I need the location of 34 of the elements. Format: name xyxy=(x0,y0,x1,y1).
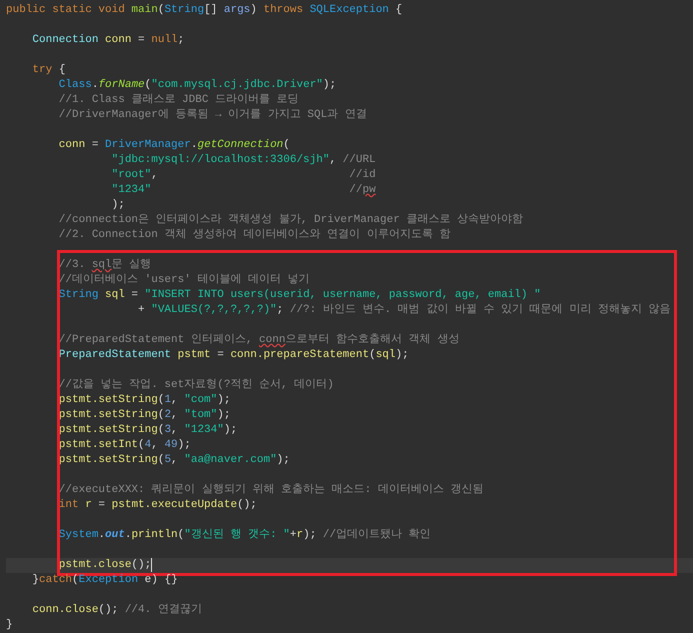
code-line: conn = DriverManager.getConnection( xyxy=(58,138,290,153)
code-line: //connection은 인터페이스라 객체생성 불가, DriverManager 클래스로 상속받아야함 xyxy=(58,213,524,228)
code-line: int r = pstmt.executeUpdate(); xyxy=(58,498,257,513)
code-line: pstmt.setString(3, "1234"); xyxy=(58,423,238,438)
code-line: //데이터베이스 'users' 테이블에 데이터 넣기 xyxy=(58,273,310,288)
code-line: "jdbc:mysql://localhost:3306/sjh", //URL xyxy=(110,153,376,168)
code-line: pstmt.setInt(4, 49); xyxy=(58,438,191,453)
code-line: //executeXXX: 쿼리문이 실행되기 위해 호출하는 매소드: 데이터베이스 갱신됨 xyxy=(58,483,484,498)
code-line: //DriverManager에 등록됨 → 이거를 가지고 SQL과 연결 xyxy=(58,108,367,123)
code-line: //2. Connection 객체 생성하여 데이터베이스와 연결이 이루어지도록 함 xyxy=(58,228,450,243)
code-line: //PreparedStatement 인터페이스, conn으로부터 함수호출해서 객체 생성 xyxy=(58,333,460,348)
code-line: PreparedStatement pstmt = conn.prepareStatement(sql); xyxy=(58,348,409,363)
code-line: pstmt.setString(5, "aa@naver.com"); xyxy=(58,453,290,468)
code-line: pstmt.close(); xyxy=(58,558,152,573)
code-line: System.out.println("갱신된 행 갯수: "+r); //업데이트됐나 확인 xyxy=(58,528,431,543)
code-line: } xyxy=(6,618,13,633)
code-line: pstmt.setString(2, "tom"); xyxy=(58,408,230,423)
code-line: ); xyxy=(110,198,125,213)
code-line: //값을 넣는 작업. set자료형(?적힌 순서, 데이터) xyxy=(58,378,334,393)
code-line: Class.forName("com.mysql.cj.jdbc.Driver"); xyxy=(58,78,336,93)
text-cursor xyxy=(151,558,152,572)
code-line: + "VALUES(?,?,?,?,?)"; //?: 바인드 변수. 매범 값이 바뀔 수 있기 때문에 미리 정해놓지 않음 xyxy=(137,303,670,318)
code-line: //1. Class 클래스로 JDBC 드라이버를 로딩 xyxy=(58,93,299,108)
code-line: conn.close(); //4. 연결끊기 xyxy=(31,603,202,618)
code-line: //3. sql문 실행 xyxy=(58,258,152,273)
code-line: pstmt.setString(1, "com"); xyxy=(58,393,230,408)
code-line: "root", //id xyxy=(110,168,376,183)
code-line: "1234" //pw xyxy=(110,183,376,198)
code-line: try { xyxy=(31,63,66,78)
code-line: }catch(Exception e) {} xyxy=(31,573,178,588)
code-line: Connection conn = null; xyxy=(31,33,184,48)
code-editor[interactable] xyxy=(0,0,693,633)
code-line: public static void main(String[] args) throws SQLException { xyxy=(6,3,402,18)
code-line: String sql = "INSERT INTO users(userid, username, password, age, email) " xyxy=(58,288,541,303)
